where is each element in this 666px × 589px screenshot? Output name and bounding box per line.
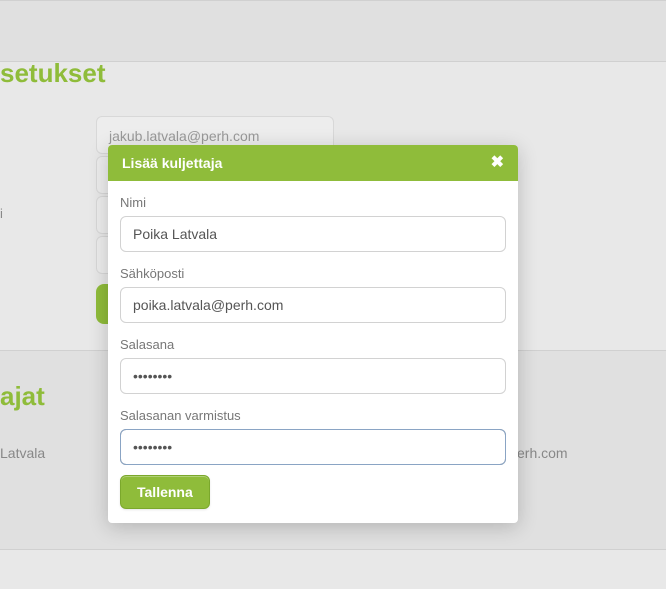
password-label: Salasana: [120, 337, 506, 352]
save-button[interactable]: Tallenna: [120, 475, 210, 509]
email-label: Sähköposti: [120, 266, 506, 281]
modal-overlay: Lisää kuljettaja ✖ Nimi Sähköposti Salas…: [0, 0, 666, 589]
modal-header: Lisää kuljettaja ✖: [108, 145, 518, 181]
close-icon[interactable]: ✖: [491, 155, 504, 171]
modal-title: Lisää kuljettaja: [122, 155, 222, 171]
modal-body: Nimi Sähköposti Salasana Salasanan varmi…: [108, 181, 518, 523]
name-label: Nimi: [120, 195, 506, 210]
password-input[interactable]: [120, 358, 506, 394]
email-input[interactable]: [120, 287, 506, 323]
confirm-password-input[interactable]: [120, 429, 506, 465]
confirm-label: Salasanan varmistus: [120, 408, 506, 423]
add-driver-modal: Lisää kuljettaja ✖ Nimi Sähköposti Salas…: [108, 145, 518, 523]
name-input[interactable]: [120, 216, 506, 252]
